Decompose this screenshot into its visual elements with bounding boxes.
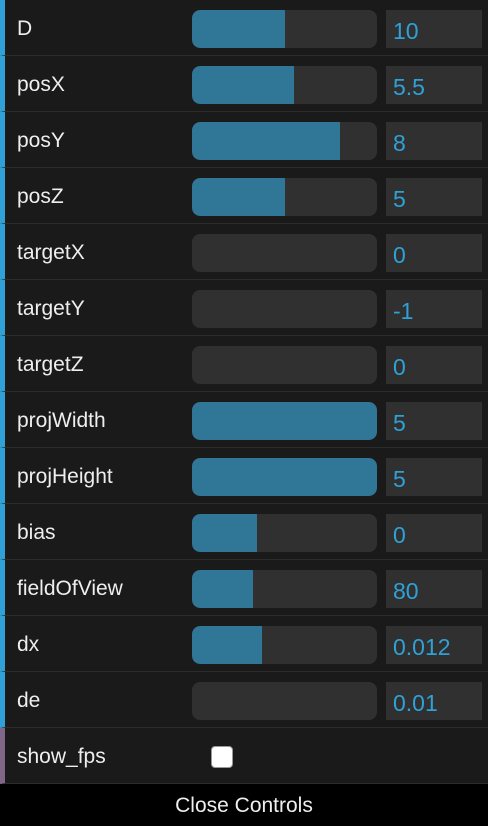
- bias-slider[interactable]: [192, 514, 377, 552]
- toggle-label: show_fps: [17, 745, 106, 768]
- posZ-value-field[interactable]: 5: [386, 178, 482, 216]
- control-row-bias: bias 0: [0, 504, 488, 560]
- control-label: projWidth: [17, 409, 106, 432]
- D-slider[interactable]: [192, 10, 377, 48]
- targetZ-value-field[interactable]: 0: [386, 346, 482, 384]
- control-label: fieldOfView: [17, 577, 123, 600]
- slider-fill: [192, 402, 377, 440]
- control-row-posY: posY 8: [0, 112, 488, 168]
- posX-value-field[interactable]: 5.5: [386, 66, 482, 104]
- control-label: bias: [17, 521, 56, 544]
- posZ-slider[interactable]: [192, 178, 377, 216]
- control-label: posX: [17, 73, 65, 96]
- projHeight-slider[interactable]: [192, 458, 377, 496]
- de-value-field[interactable]: 0.01: [386, 682, 482, 720]
- control-label: posY: [17, 129, 65, 152]
- control-row-targetY: targetY -1: [0, 280, 488, 336]
- slider-fill: [192, 458, 377, 496]
- control-row-D: D 10: [0, 0, 488, 56]
- targetY-slider[interactable]: [192, 290, 377, 328]
- D-value-field[interactable]: 10: [386, 10, 482, 48]
- targetZ-slider[interactable]: [192, 346, 377, 384]
- slider-fill: [192, 122, 340, 160]
- slider-fill: [192, 178, 285, 216]
- fieldOfView-value-field[interactable]: 80: [386, 570, 482, 608]
- control-label: targetX: [17, 241, 85, 264]
- control-row-targetZ: targetZ 0: [0, 336, 488, 392]
- slider-fill: [192, 10, 285, 48]
- control-row-show-fps: show_fps: [0, 728, 488, 784]
- control-label: de: [17, 689, 41, 712]
- control-label: posZ: [17, 185, 64, 208]
- close-controls-button[interactable]: Close Controls: [0, 786, 488, 822]
- slider-fill: [192, 66, 294, 104]
- control-label: D: [17, 17, 33, 40]
- control-label: dx: [17, 633, 40, 656]
- control-row-dx: dx 0.012: [0, 616, 488, 672]
- posY-slider[interactable]: [192, 122, 377, 160]
- control-row-projWidth: projWidth 5: [0, 392, 488, 448]
- de-slider[interactable]: [192, 682, 377, 720]
- targetY-value-field[interactable]: -1: [386, 290, 482, 328]
- bias-value-field[interactable]: 0: [386, 514, 482, 552]
- control-row-projHeight: projHeight 5: [0, 448, 488, 504]
- projHeight-value-field[interactable]: 5: [386, 458, 482, 496]
- fieldOfView-slider[interactable]: [192, 570, 377, 608]
- control-row-fieldOfView: fieldOfView 80: [0, 560, 488, 616]
- slider-fill: [192, 570, 254, 608]
- control-label: targetZ: [17, 353, 84, 376]
- control-row-targetX: targetX 0: [0, 224, 488, 280]
- control-label: projHeight: [17, 465, 113, 488]
- slider-fill: [192, 514, 257, 552]
- dx-slider[interactable]: [192, 626, 377, 664]
- targetX-slider[interactable]: [192, 234, 377, 272]
- control-row-posX: posX 5.5: [0, 56, 488, 112]
- projWidth-value-field[interactable]: 5: [386, 402, 482, 440]
- control-row-de: de 0.01: [0, 672, 488, 728]
- dx-value-field[interactable]: 0.012: [386, 626, 482, 664]
- slider-fill: [192, 626, 263, 664]
- control-label: targetY: [17, 297, 85, 320]
- posY-value-field[interactable]: 8: [386, 122, 482, 160]
- targetX-value-field[interactable]: 0: [386, 234, 482, 272]
- controls-panel: D 10 posX 5.5 posY 8 posZ 5 targetX 0 ta…: [0, 0, 488, 822]
- posX-slider[interactable]: [192, 66, 377, 104]
- show-fps-checkbox[interactable]: [211, 746, 233, 768]
- projWidth-slider[interactable]: [192, 402, 377, 440]
- control-row-posZ: posZ 5: [0, 168, 488, 224]
